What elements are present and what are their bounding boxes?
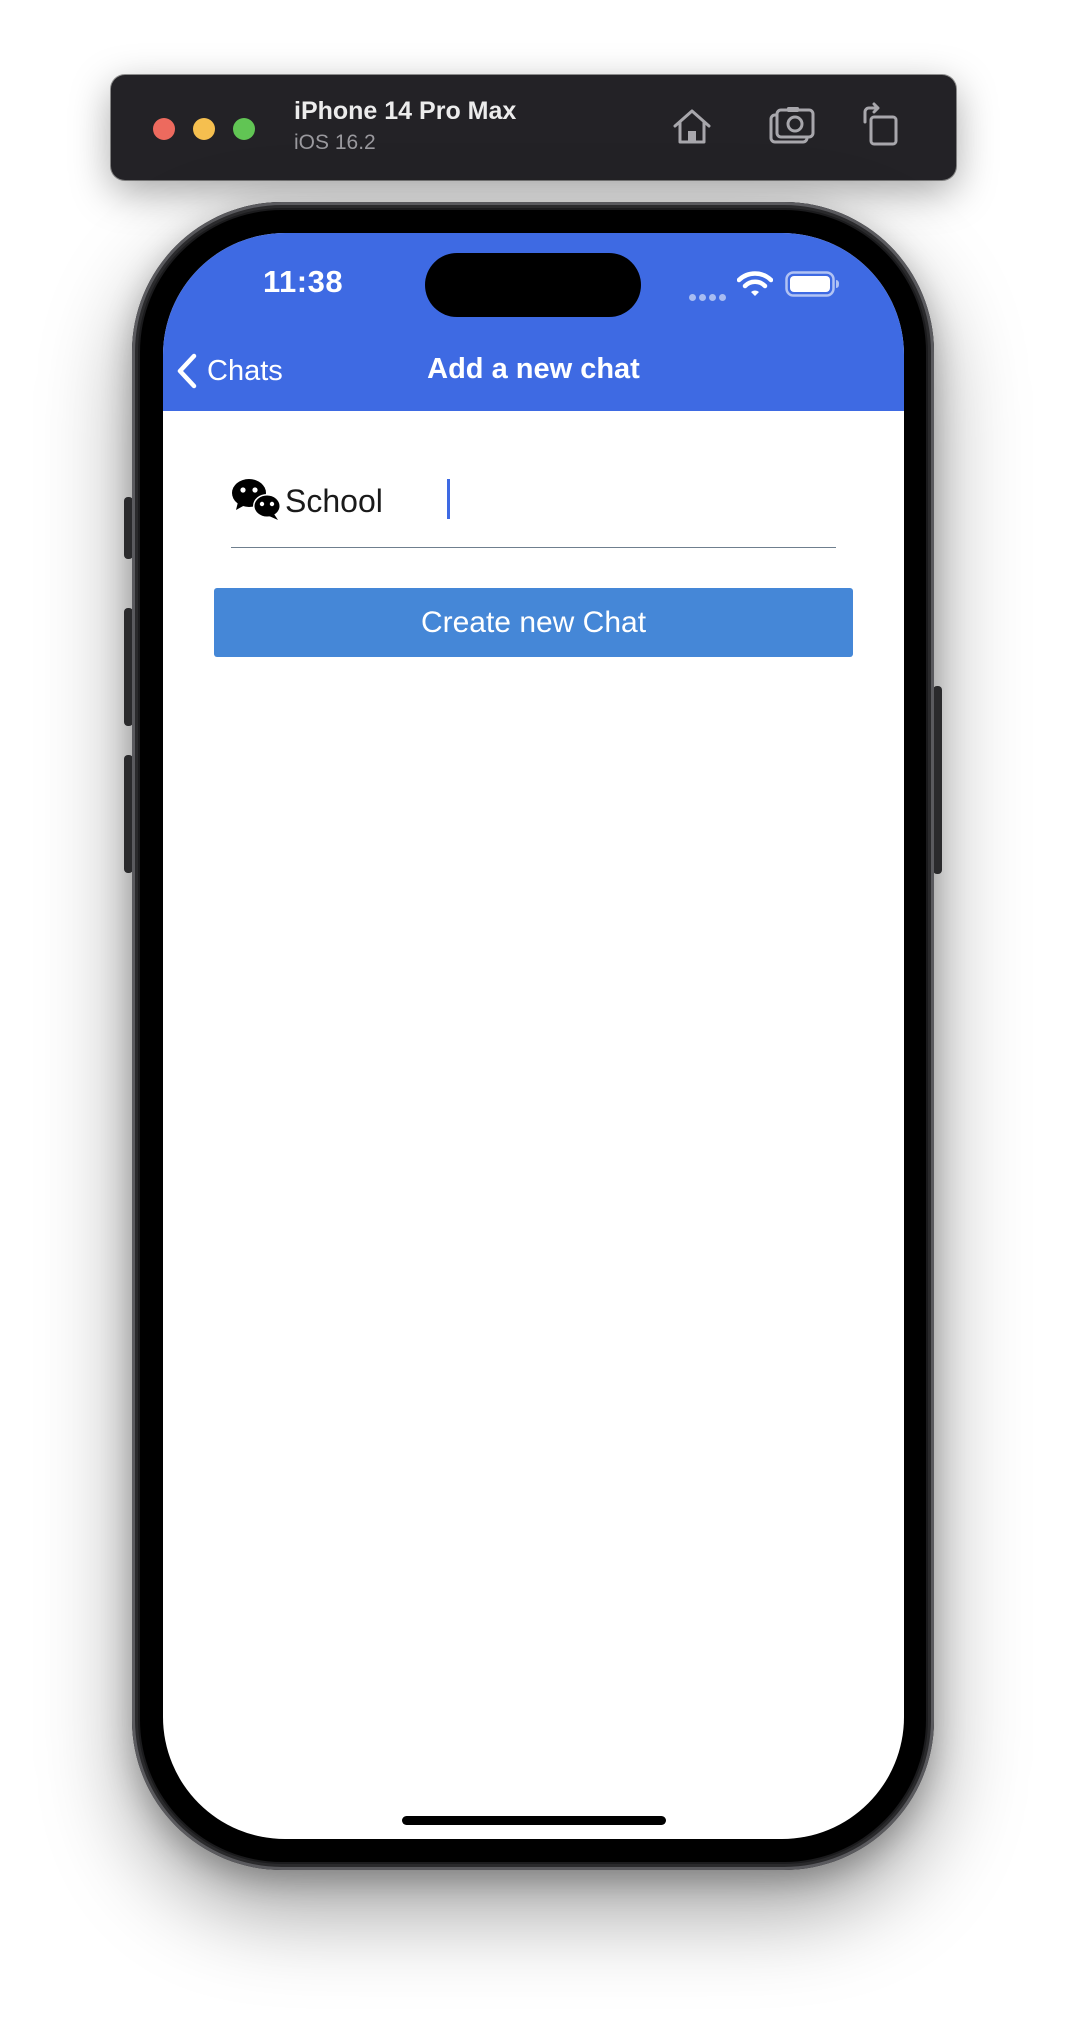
device-name: iPhone 14 Pro Max: [294, 97, 517, 125]
create-chat-button[interactable]: Create new Chat: [214, 588, 853, 657]
wechat-icon: [232, 479, 281, 520]
rotate-icon: [863, 102, 898, 146]
dynamic-island: [425, 253, 641, 317]
power-button[interactable]: [933, 686, 942, 874]
zoom-window-button[interactable]: [233, 118, 255, 140]
simulator-toolbar: iPhone 14 Pro Max iOS 16.2: [111, 75, 956, 180]
screenshot-button[interactable]: [767, 102, 817, 152]
os-version: iOS 16.2: [294, 131, 376, 154]
battery-icon: [785, 271, 839, 297]
wifi-icon: [737, 271, 773, 296]
rotate-button[interactable]: [857, 102, 907, 152]
chat-name-input[interactable]: [285, 479, 825, 523]
minimize-window-button[interactable]: [193, 118, 215, 140]
home-button[interactable]: [667, 102, 717, 152]
status-time: 11:38: [263, 264, 344, 299]
chat-name-field: [231, 478, 836, 548]
page-title: Add a new chat: [427, 353, 640, 385]
close-window-button[interactable]: [153, 118, 175, 140]
screenshot-icon: [769, 107, 815, 144]
simulator-stage: iPhone 14 Pro Max iOS 16.2 11:38 Chats A…: [0, 0, 1066, 2022]
home-icon: [673, 109, 711, 144]
cellular-dots-icon: [689, 288, 729, 306]
phone-screen: 11:38 Chats Add a new chat School Create…: [163, 233, 904, 1839]
navigation-header: 11:38 Chats Add a new chat: [163, 233, 904, 411]
home-indicator[interactable]: [402, 1816, 666, 1825]
text-caret: [447, 479, 450, 519]
